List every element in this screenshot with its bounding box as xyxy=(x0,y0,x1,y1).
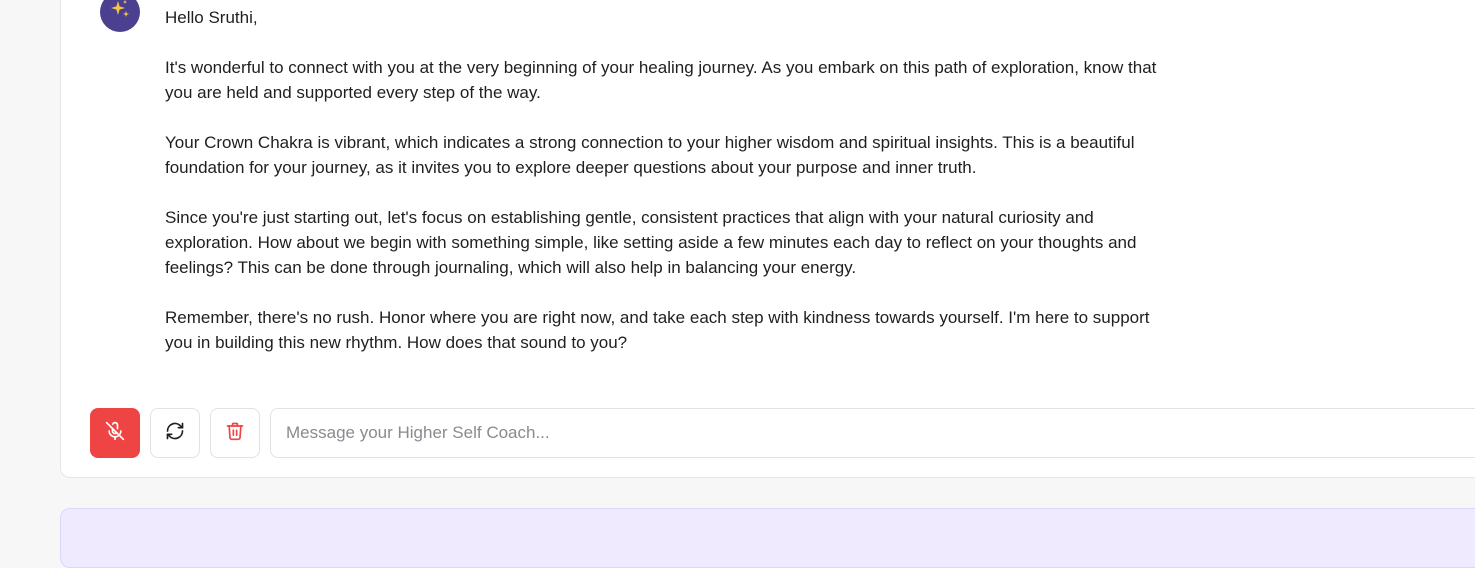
message-paragraph: It's wonderful to connect with you at th… xyxy=(165,58,1157,102)
mic-off-icon xyxy=(105,421,125,446)
message-paragraph: Since you're just starting out, let's fo… xyxy=(165,208,1137,277)
message-paragraph: Your Crown Chakra is vibrant, which indi… xyxy=(165,133,1135,177)
message-input-wrapper xyxy=(270,408,1475,458)
delete-button[interactable] xyxy=(210,408,260,458)
message-input[interactable] xyxy=(271,409,1475,457)
message-greeting: Hello Sruthi, xyxy=(165,8,258,27)
refresh-button[interactable] xyxy=(150,408,200,458)
refresh-icon xyxy=(165,421,185,446)
mute-mic-button[interactable] xyxy=(90,408,140,458)
sparkles-icon xyxy=(108,0,132,27)
trash-icon xyxy=(225,421,245,446)
message-paragraph: Remember, there's no rush. Honor where y… xyxy=(165,308,1150,352)
coach-message: Hello Sruthi, It's wonderful to connect … xyxy=(165,5,1175,380)
bottom-panel xyxy=(60,508,1475,568)
